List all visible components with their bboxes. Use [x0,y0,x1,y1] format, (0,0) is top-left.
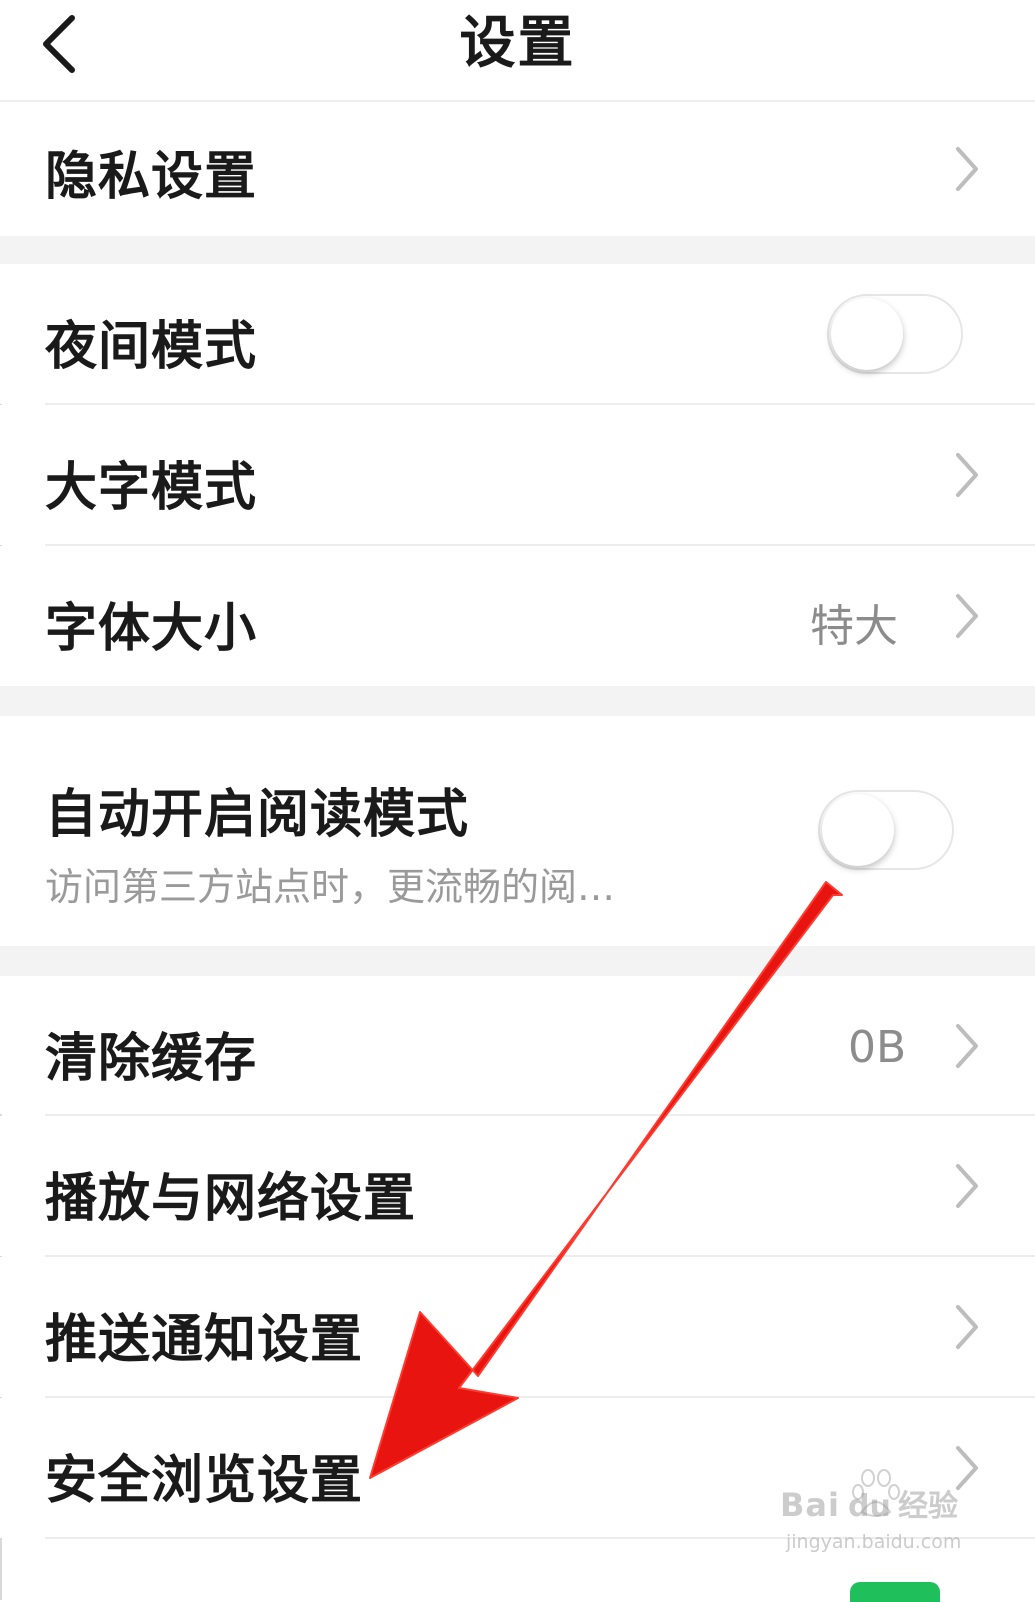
chevron-right-icon [956,1164,978,1208]
row-label: 夜间模式 [45,317,258,377]
chevron-right-icon [956,1024,978,1068]
row-label: 推送通知设置 [45,1310,364,1370]
chevron-right-icon [956,594,978,638]
row-value: 特大 [810,601,898,652]
next-row-toggle-peek [850,1582,940,1602]
page-title: 设置 [459,11,576,76]
nav-header: 设置 [0,0,1035,102]
toggle-knob [822,794,894,866]
section-gap [0,946,1035,976]
row-value: 0B [848,1022,907,1073]
row-label: 安全浏览设置 [45,1451,364,1511]
row-large-text-mode[interactable]: 大字模式 [0,405,1035,545]
row-sublabel: 访问第三方站点时，更流畅的阅… [45,865,616,909]
row-privacy-settings[interactable]: 隐私设置 [0,102,1035,236]
row-clear-cache[interactable]: 清除缓存 0B [0,976,1035,1114]
section-gap [0,236,1035,264]
svg-text:Bai: Bai [780,1486,840,1524]
row-push-notification-settings[interactable]: 推送通知设置 [0,1257,1035,1397]
row-label: 播放与网络设置 [45,1169,417,1229]
row-label: 清除缓存 [45,1029,258,1089]
row-label: 大字模式 [45,458,258,518]
row-playback-network-settings[interactable]: 播放与网络设置 [0,1116,1035,1256]
row-night-mode: 夜间模式 [0,264,1035,404]
auto-reading-mode-toggle[interactable] [818,790,954,870]
chevron-right-icon [956,453,978,497]
svg-text:jingyan.baidu.com: jingyan.baidu.com [785,1531,961,1553]
row-font-size[interactable]: 字体大小 特大 [0,546,1035,686]
night-mode-toggle[interactable] [827,294,963,374]
toggle-knob [831,298,903,370]
chevron-right-icon [956,147,978,191]
svg-text:经验: 经验 [898,1489,958,1524]
row-auto-reading-mode: 自动开启阅读模式 访问第三方站点时，更流畅的阅… [0,716,1035,946]
section-gap [0,686,1035,716]
baidu-jingyan-watermark: Bai du 经验 jingyan.baidu.com [780,1469,961,1553]
row-label: 自动开启阅读模式 [45,785,470,845]
svg-text:du: du [848,1489,891,1524]
chevron-right-icon [956,1305,978,1349]
row-label: 隐私设置 [45,147,258,207]
row-label: 字体大小 [45,599,258,659]
